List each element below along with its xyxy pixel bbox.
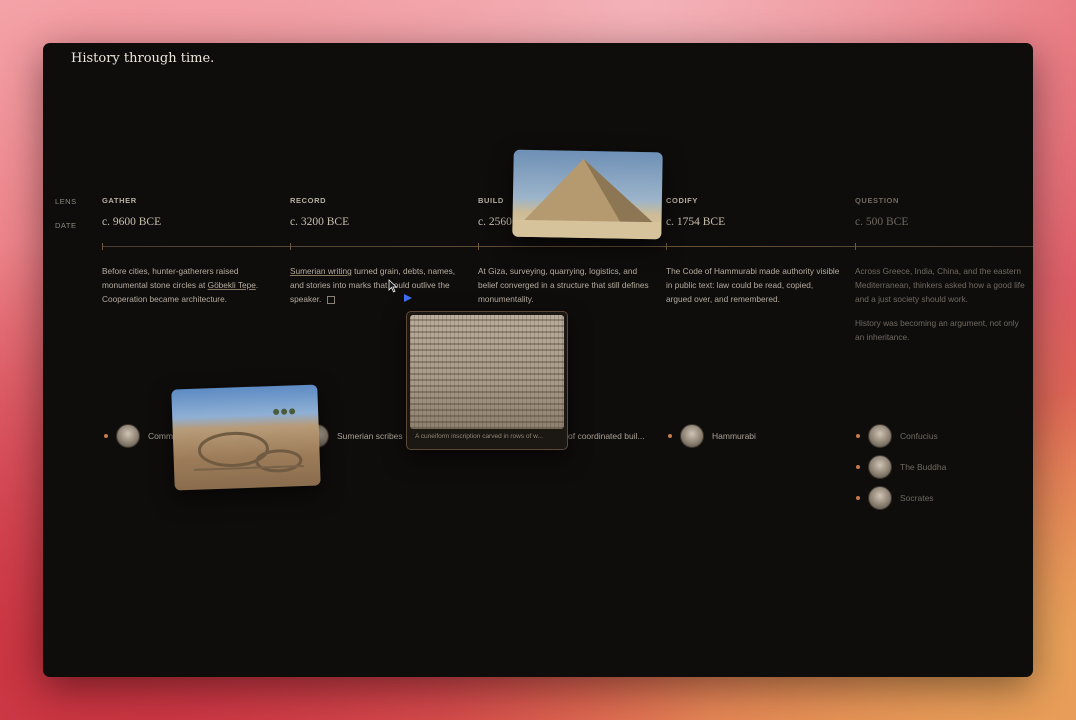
avatar	[680, 424, 704, 448]
bullet-dot	[104, 434, 108, 438]
timeline-tick	[290, 243, 291, 250]
era-column-record[interactable]: RECORD c. 3200 BCE Sumerian writing turn…	[290, 196, 460, 304]
bullet-dot	[668, 434, 672, 438]
person-name: of coordinated buil...	[568, 431, 645, 441]
era-date: c. 9600 BCE	[102, 216, 162, 228]
bullet-dot	[856, 465, 860, 469]
era-description: At Giza, surveying, quarrying, logistics…	[478, 266, 649, 304]
era-description: The Code of Hammurabi made authority vis…	[666, 266, 840, 304]
person-hammurabi[interactable]: Hammurabi	[668, 424, 756, 448]
excavation-illustration	[194, 408, 305, 473]
lens-label: RECORD	[290, 196, 327, 205]
timeline-tick	[666, 243, 667, 250]
era-column-codify[interactable]: CODIFY c. 1754 BCE The Code of Hammurabi…	[666, 196, 839, 304]
era-date: c. 500 BCE	[855, 216, 909, 228]
person-communities[interactable]: Comm	[104, 424, 173, 448]
person-name: The Buddha	[900, 462, 947, 472]
lens-row-label: LENS	[55, 197, 77, 206]
avatar	[868, 486, 892, 510]
era-description: Sumerian writing turned grain, debts, na…	[290, 264, 465, 306]
cuneiform-photo	[410, 315, 564, 429]
timeline-tick	[102, 243, 103, 250]
lens-label: CODIFY	[666, 196, 698, 205]
era-column-gather[interactable]: GATHER c. 9600 BCE Before cities, hunter…	[102, 196, 272, 304]
avatar	[868, 424, 892, 448]
era-description: Across Greece, India, China, and the eas…	[855, 264, 1030, 354]
image-caption: A cuneiform inscription carved in rows o…	[415, 433, 543, 440]
timeline-axis	[102, 246, 1033, 247]
era-column-question[interactable]: QUESTION c. 500 BCE Across Greece, India…	[855, 196, 1025, 342]
lens-label: GATHER	[102, 196, 137, 205]
person-name: Sumerian scribes	[337, 431, 403, 441]
source-note-icon[interactable]	[326, 295, 335, 304]
gobekli-tepe-image-card[interactable]	[171, 384, 321, 491]
description-paragraph: Across Greece, India, China, and the eas…	[855, 266, 1025, 304]
era-date: c. 3200 BCE	[290, 216, 350, 228]
person-name: Socrates	[900, 493, 934, 503]
description-paragraph: History was becoming an argument, not on…	[855, 318, 1019, 342]
person-the-buddha[interactable]: The Buddha	[856, 455, 946, 479]
pyramid-illustration	[512, 158, 662, 240]
person-socrates[interactable]: Socrates	[856, 486, 934, 510]
person-name: Hammurabi	[712, 431, 756, 441]
person-sumerian-scribes[interactable]: Sumerian scribes	[305, 424, 403, 448]
cuneiform-image-card[interactable]: A cuneiform inscription carved in rows o…	[406, 311, 568, 450]
gobekli-tepe-link[interactable]: Göbekli Tepe	[208, 280, 256, 290]
bullet-dot	[856, 496, 860, 500]
avatar	[868, 455, 892, 479]
person-name: Confucius	[900, 431, 938, 441]
timeline-tick	[855, 243, 856, 250]
person-builders[interactable]: of coordinated buil...	[568, 424, 645, 448]
lens-label: QUESTION	[855, 196, 899, 205]
date-row-label: DATE	[55, 221, 77, 230]
era-date: c. 1754 BCE	[666, 216, 726, 228]
sumerian-writing-link[interactable]: Sumerian writing	[290, 266, 352, 276]
page-title: History through time.	[71, 51, 215, 66]
mouse-cursor-icon	[388, 279, 398, 293]
timeline-tick	[478, 243, 479, 250]
app-window: History through time. LENS DATE GATHER c…	[43, 43, 1033, 677]
pyramid-image-card[interactable]	[512, 149, 663, 240]
person-confucius[interactable]: Confucius	[856, 424, 938, 448]
person-name: Comm	[148, 431, 174, 441]
avatar	[116, 424, 140, 448]
bullet-dot	[856, 434, 860, 438]
era-description: Before cities, hunter-gatherers raised m…	[102, 264, 277, 306]
play-marker-icon[interactable]	[403, 293, 413, 303]
